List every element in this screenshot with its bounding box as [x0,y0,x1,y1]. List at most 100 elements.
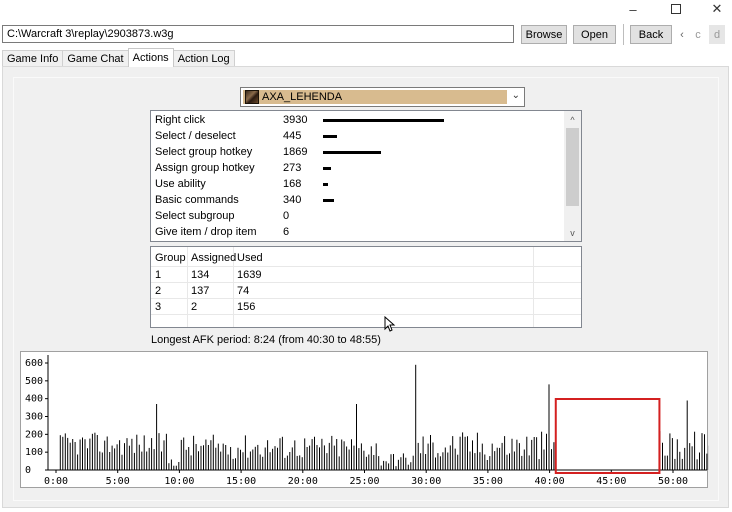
x-tick-label: 20:00 [288,476,318,487]
action-bar [323,118,444,122]
x-tick-label: 30:00 [411,476,441,487]
grid-line [151,298,581,299]
afk-highlight [554,398,661,474]
group-cell: 1639 [237,269,262,281]
scroll-up-icon[interactable]: ^ [564,111,581,128]
action-count: 6 [283,226,290,238]
x-tick-label: 50:00 [658,476,688,487]
action-row[interactable]: Use ability 168 [151,176,565,192]
group-cell: 156 [237,301,256,313]
x-tick-label: 5:00 [106,476,130,487]
apm-chart-svg: 600 500 400 300 200 100 0 0:00 5:00 10:00 15:00 20:… [25,355,709,487]
y-tick-label: 400 [25,394,43,405]
action-name: Assign group hotkey [155,162,255,174]
action-count: 445 [283,130,302,142]
group-cell: 1 [155,269,162,281]
y-tick-label: 300 [25,412,43,423]
y-tick-label: 600 [25,358,43,369]
tab-bar: Game Info Game Chat Actions Action Log [2,48,235,67]
y-tick-label: 0 [25,465,31,476]
open-button[interactable]: Open [573,25,616,44]
scroll-down-icon[interactable]: v [564,224,581,241]
action-count: 1869 [283,146,308,158]
column-header-assigned[interactable]: Assigned [191,250,236,266]
grid-line [187,247,188,327]
x-tick-label: 0:00 [44,476,68,487]
action-row[interactable]: Basic commands 340 [151,192,565,208]
y-tick-label: 500 [25,376,43,387]
maximize-icon [671,4,681,14]
action-row[interactable]: Select / deselect 445 [151,128,565,144]
action-count: 3930 [283,114,308,126]
tab-actions[interactable]: Actions [127,48,174,67]
tab-game-chat[interactable]: Game Chat [62,50,129,67]
c-button[interactable]: c [692,25,704,44]
column-header-group[interactable]: Group [155,250,186,266]
minimize-button[interactable]: ‒ [618,0,648,18]
scroll-thumb[interactable] [566,128,579,206]
grid-line [533,247,534,327]
group-cell: 134 [191,269,210,281]
column-header-used[interactable]: Used [237,250,263,266]
afk-summary: Longest AFK period: 8:24 (from 40:30 to … [151,334,381,346]
tab-action-log[interactable]: Action Log [172,50,235,67]
action-name: Give item / drop item [155,226,257,238]
action-row[interactable]: Select group hotkey 1869 [151,144,565,160]
prev-button[interactable]: ‹ [676,25,688,44]
grid-line [151,314,581,315]
group-cell: 74 [237,285,250,297]
action-name: Right click [155,114,206,126]
action-bar [323,134,337,138]
actions-scrollbar[interactable]: ^ v [564,111,581,241]
group-cell: 2 [191,301,198,313]
x-tick-label: 45:00 [596,476,626,487]
action-name: Select / deselect [155,130,236,142]
chevron-down-icon: ⌄ [511,90,520,101]
player-dropdown[interactable]: AXA_LEHENDA ⌄ [240,87,525,107]
action-bar [323,166,331,170]
action-bar [323,182,328,186]
action-row[interactable]: Assign group hotkey 273 [151,160,565,176]
maximize-button[interactable] [661,0,691,18]
group-cell: 2 [155,285,162,297]
groups-table[interactable]: Group Assigned Used 1 134 1639 2 137 74 3 2 156 [150,246,582,328]
action-name: Select subgroup [155,210,235,222]
action-row[interactable]: Select subgroup 0 [151,208,565,224]
action-count: 273 [283,162,302,174]
grid-line [151,266,581,267]
x-tick-label: 25:00 [349,476,379,487]
player-portrait-icon [245,90,259,104]
action-name: Use ability [155,178,206,190]
apm-chart: 600 500 400 300 200 100 0 0:00 5:00 10:00 15:00 20:… [20,351,709,488]
grid-line [151,282,581,283]
x-tick-label: 40:00 [535,476,565,487]
tab-game-info[interactable]: Game Info [2,50,64,67]
d-button[interactable]: d [709,25,725,44]
action-row[interactable]: Give item / drop item 6 [151,224,565,240]
actions-list[interactable]: Right click 3930 Select / deselect 445 Selec… [150,110,582,242]
mouse-cursor-icon [384,316,396,332]
minimize-icon: ‒ [629,1,637,17]
action-row[interactable]: Right click 3930 [151,112,565,128]
action-count: 168 [283,178,302,190]
toolbar-divider [623,24,624,45]
y-tick-label: 200 [25,429,43,440]
player-selected-item: AXA_LEHENDA [243,90,507,104]
group-cell: 3 [155,301,162,313]
action-count: 340 [283,194,302,206]
replay-path-field[interactable]: C:\Warcraft 3\replay\2903873.w3g [2,25,514,43]
x-tick-label: 15:00 [226,476,256,487]
browse-button[interactable]: Browse [521,25,567,44]
action-count: 0 [283,210,290,222]
y-tick-label: 100 [25,447,43,458]
action-bar [323,198,334,202]
back-button[interactable]: Back [630,25,672,44]
action-name: Select group hotkey [155,146,253,158]
close-icon: ✕ [711,1,723,16]
close-button[interactable]: ✕ [702,0,732,18]
player-name: AXA_LEHENDA [262,91,343,103]
x-tick-label: 35:00 [473,476,503,487]
x-tick-label: 10:00 [164,476,194,487]
action-name: Basic commands [155,194,239,206]
action-bar [323,150,381,154]
